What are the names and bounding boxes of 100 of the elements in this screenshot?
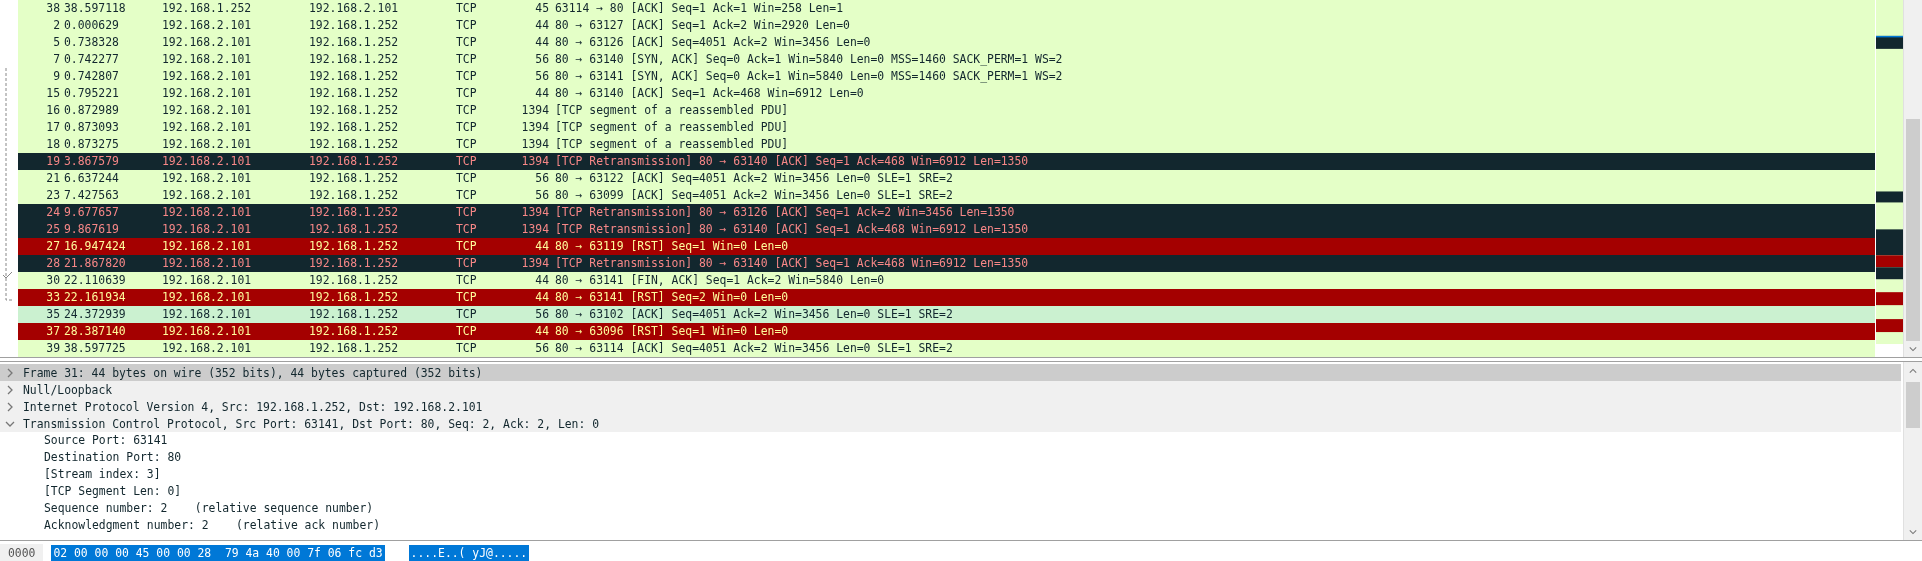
table-cell-text: TCP bbox=[456, 238, 478, 255]
tree-item[interactable]: Null/Loopback bbox=[0, 381, 1901, 398]
hex-bytes[interactable]: 02 00 00 00 45 00 00 28 79 4a 40 00 7f 06 fc d3 bbox=[51, 545, 385, 561]
table-cell-text: 192.168.2.101 bbox=[162, 306, 253, 323]
table-cell-text: 21 bbox=[45, 170, 61, 187]
table-cell-text: [TCP Retransmission] 80 → 63140 [ACK] Seq=1 Ack=468 Win=6912 Len=1350 bbox=[554, 153, 1030, 170]
table-cell-text: 6.637244 bbox=[64, 170, 120, 187]
table-cell-text: 192.168.1.252 bbox=[309, 102, 400, 119]
table-cell-text: 192.168.1.252 bbox=[309, 204, 400, 221]
chevron-right-icon[interactable] bbox=[5, 367, 15, 378]
table-cell-text: 1394 bbox=[520, 119, 549, 136]
table-cell-text: [TCP Retransmission] 80 → 63140 [ACK] Seq=1 Ack=468 Win=6912 Len=1350 bbox=[554, 255, 1030, 272]
table-cell-text: TCP bbox=[456, 289, 478, 306]
packet-row[interactable]: 35 24.372939 192.168.2.101 192.168.1.252 TCP 56 80 → 63102 [ACK] Seq=4051 Ack=2 Win=3456 Len=0 SLE=1 SRE=2 bbox=[18, 306, 1875, 323]
table-cell-text: 192.168.1.252 bbox=[309, 221, 400, 238]
table-cell-text: 19 bbox=[45, 153, 61, 170]
table-cell-text: 192.168.1.252 bbox=[309, 255, 400, 272]
table-cell-text: 192.168.2.101 bbox=[162, 170, 253, 187]
table-cell-text: 192.168.1.252 bbox=[309, 153, 400, 170]
table-cell-text: 80 → 63140 [SYN, ACK] Seq=0 Ack=1 Win=5840 Len=0 MSS=1460 SACK_PERM=1 WS=2 bbox=[554, 51, 1064, 68]
table-cell-text: 9 bbox=[52, 68, 61, 85]
table-cell-text: 80 → 63141 [SYN, ACK] Seq=0 Ack=1 Win=5840 Len=0 MSS=1460 SACK_PERM=1 WS=2 bbox=[554, 68, 1064, 85]
scrollbar[interactable] bbox=[1903, 362, 1922, 540]
table-cell-text: 192.168.1.252 bbox=[309, 272, 400, 289]
packet-row[interactable]: 19 3.867579 192.168.2.101 192.168.1.252 TCP 1394 [TCP Retransmission] 80 → 63140 [ACK] Seq=1 Ack=468 Win=6912 Len=1350 bbox=[18, 153, 1875, 170]
table-cell-text: 192.168.2.101 bbox=[162, 238, 253, 255]
table-cell-text: 7.427563 bbox=[64, 187, 120, 204]
scrollbar-thumb[interactable] bbox=[1906, 119, 1920, 341]
packet-row[interactable]: 33 22.161934 192.168.2.101 192.168.1.252 TCP 44 80 → 63141 [RST] Seq=2 Win=0 Len=0 bbox=[18, 289, 1875, 306]
table-cell-text: 1394 bbox=[520, 255, 549, 272]
table-cell-text: 0.742277 bbox=[64, 51, 120, 68]
table-cell-text: 1394 bbox=[520, 221, 549, 238]
table-cell-text: TCP bbox=[456, 68, 478, 85]
table-cell-text: 192.168.2.101 bbox=[162, 34, 253, 51]
table-cell-text: 30 bbox=[45, 272, 61, 289]
scroll-up-icon[interactable] bbox=[1908, 367, 1918, 375]
tree-item[interactable]: Internet Protocol Version 4, Src: 192.168.1.252, Dst: 192.168.2.101 bbox=[0, 398, 1901, 415]
byte-offset: 0000 bbox=[0, 544, 44, 561]
table-cell-text: 27 bbox=[45, 238, 61, 255]
table-cell-text: 192.168.2.101 bbox=[162, 136, 253, 153]
table-cell-text: [TCP segment of a reassembled PDU] bbox=[554, 102, 790, 119]
tree-item[interactable]: Frame 31: 44 bytes on wire (352 bits), 44 bytes captured (352 bits) bbox=[0, 364, 1901, 381]
table-cell-text: 80 → 63140 [ACK] Seq=1 Ack=468 Win=6912 Len=0 bbox=[554, 85, 865, 102]
table-cell-text: 1394 bbox=[520, 153, 549, 170]
chevron-right-icon[interactable] bbox=[5, 384, 15, 395]
table-cell-text: [TCP segment of a reassembled PDU] bbox=[554, 136, 790, 153]
table-cell-text: TCP bbox=[456, 85, 478, 102]
table-cell-text: 38.597725 bbox=[64, 340, 127, 357]
table-cell-text: 80 → 63096 [RST] Seq=1 Win=0 Len=0 bbox=[554, 323, 790, 340]
table-cell-text: 192.168.1.252 bbox=[162, 0, 253, 17]
chevron-right-icon[interactable] bbox=[5, 401, 15, 412]
packet-minimap-drawing[interactable] bbox=[1876, 0, 1903, 357]
table-cell-text: 33 bbox=[45, 289, 61, 306]
table-cell-text: 15 bbox=[45, 85, 61, 102]
table-cell-text: 63114 → 80 [ACK] Seq=1 Ack=1 Win=258 Len=1 bbox=[554, 0, 845, 17]
table-cell-text: 192.168.2.101 bbox=[162, 68, 253, 85]
table-cell-text: 192.168.2.101 bbox=[162, 204, 253, 221]
table-cell-text: 192.168.1.252 bbox=[309, 170, 400, 187]
packet-row[interactable]: 37 28.387140 192.168.2.101 192.168.1.252 TCP 44 80 → 63096 [RST] Seq=1 Win=0 Len=0 bbox=[18, 323, 1875, 340]
table-cell-text: 56 bbox=[534, 187, 549, 204]
table-cell-text: 80 → 63122 [ACK] Seq=4051 Ack=2 Win=3456 Len=0 SLE=1 SRE=2 bbox=[554, 170, 954, 187]
tree-item-label: Internet Protocol Version 4, Src: 192.168.1.252, Dst: 192.168.2.101 bbox=[23, 399, 483, 414]
table-cell-text: 7 bbox=[52, 51, 61, 68]
tree-item[interactable]: Transmission Control Protocol, Src Port: 63141, Dst Port: 80, Seq: 2, Ack: 2, Len: 0 bbox=[0, 415, 1901, 432]
table-cell-text: 192.168.2.101 bbox=[162, 85, 253, 102]
table-cell-text: TCP bbox=[456, 255, 478, 272]
table-cell-text: 192.168.1.252 bbox=[309, 17, 400, 34]
table-cell-text: 56 bbox=[534, 306, 549, 323]
table-cell-text: 18 bbox=[45, 136, 61, 153]
table-cell-text: TCP bbox=[456, 153, 478, 170]
table-cell-text: 0.738328 bbox=[64, 34, 120, 51]
table-cell-text: 192.168.1.252 bbox=[309, 51, 400, 68]
table-cell-text: 24 bbox=[45, 204, 61, 221]
packet-row[interactable]: 25 9.867619 192.168.2.101 192.168.1.252 TCP 1394 [TCP Retransmission] 80 → 63140 [ACK] Seq=1 Ack=468 Win=6912 Len=1350 bbox=[18, 221, 1875, 238]
table-cell-text: 37 bbox=[45, 323, 61, 340]
scroll-down-icon[interactable] bbox=[1908, 528, 1918, 536]
tree-item-label: Null/Loopback bbox=[23, 382, 113, 397]
table-cell-text: 22.161934 bbox=[64, 289, 127, 306]
table-cell-text: 192.168.1.252 bbox=[309, 136, 400, 153]
table-cell-text: 192.168.1.252 bbox=[309, 85, 400, 102]
table-cell-text: TCP bbox=[456, 136, 478, 153]
packet-row[interactable]: 27 16.947424 192.168.2.101 192.168.1.252 TCP 44 80 → 63119 [RST] Seq=1 Win=0 Len=0 bbox=[18, 238, 1875, 255]
table-cell-text: 28 bbox=[45, 255, 61, 272]
table-cell-text: 44 bbox=[534, 289, 549, 306]
table-cell-text: 44 bbox=[534, 323, 549, 340]
packet-row[interactable]: 28 21.867820 192.168.2.101 192.168.1.252 TCP 1394 [TCP Retransmission] 80 → 63140 [ACK] Seq=1 Ack=468 Win=6912 Len=1350 bbox=[18, 255, 1875, 272]
table-cell-text: [TCP Retransmission] 80 → 63126 [ACK] Seq=1 Ack=2 Win=3456 Len=1350 bbox=[554, 204, 1016, 221]
scrollbar[interactable] bbox=[1903, 0, 1922, 357]
tree-item-label: Transmission Control Protocol, Src Port: 63141, Dst Port: 80, Seq: 2, Ack: 2, Len: 0 bbox=[23, 416, 600, 431]
table-cell-text: TCP bbox=[456, 119, 478, 136]
ascii-bytes[interactable]: ....E..( yJ@..... bbox=[408, 545, 530, 561]
table-cell-text: TCP bbox=[456, 323, 478, 340]
scrollbar-thumb[interactable] bbox=[1906, 382, 1920, 428]
table-cell-text: 192.168.2.101 bbox=[162, 102, 253, 119]
packet-row[interactable]: 24 9.677657 192.168.2.101 192.168.1.252 TCP 1394 [TCP Retransmission] 80 → 63126 [ACK] Seq=1 Ack=2 Win=3456 Len=1350 bbox=[18, 204, 1875, 221]
table-cell-text: 192.168.2.101 bbox=[162, 323, 253, 340]
table-cell-text: 38.597118 bbox=[64, 0, 127, 17]
table-cell-text: 192.168.2.101 bbox=[162, 153, 253, 170]
table-cell-text: 25 bbox=[45, 221, 61, 238]
scroll-down-icon[interactable] bbox=[1908, 345, 1918, 353]
